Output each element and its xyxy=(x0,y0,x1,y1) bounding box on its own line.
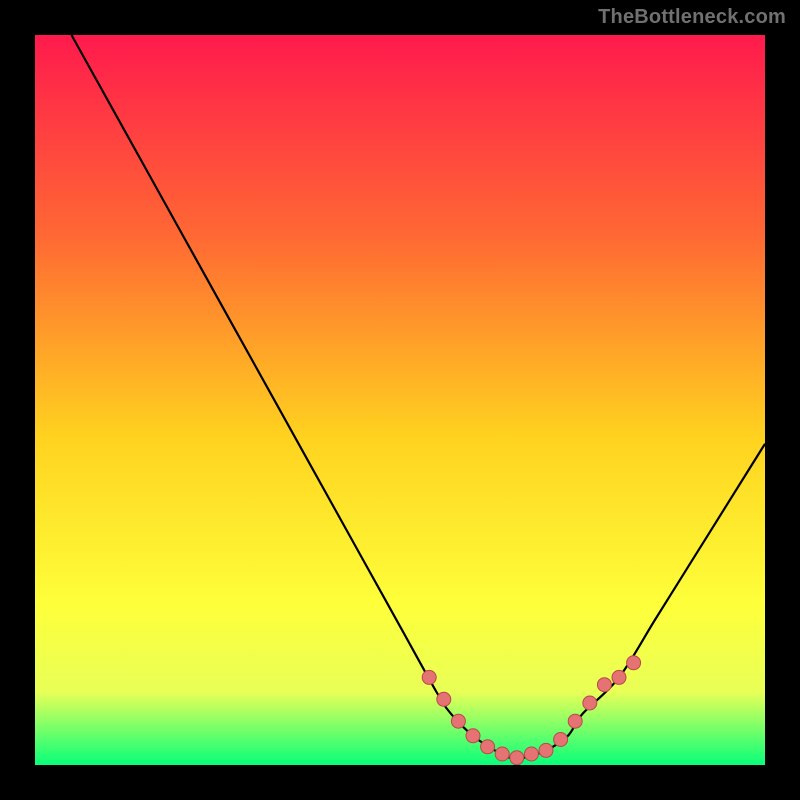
data-marker xyxy=(612,670,626,684)
data-marker xyxy=(554,733,568,747)
data-marker xyxy=(568,714,582,728)
data-marker xyxy=(437,692,451,706)
data-marker xyxy=(466,729,480,743)
bottleneck-curve xyxy=(35,35,765,765)
chart-stage: TheBottleneck.com xyxy=(0,0,800,800)
data-marker xyxy=(539,743,553,757)
data-marker xyxy=(422,670,436,684)
data-marker xyxy=(481,740,495,754)
data-marker xyxy=(583,696,597,710)
attribution-text: TheBottleneck.com xyxy=(598,6,786,29)
data-marker xyxy=(597,678,611,692)
data-marker xyxy=(451,714,465,728)
data-marker xyxy=(627,656,641,670)
data-marker xyxy=(524,747,538,761)
data-marker xyxy=(495,747,509,761)
data-marker xyxy=(510,751,524,765)
plot-area xyxy=(35,35,765,765)
